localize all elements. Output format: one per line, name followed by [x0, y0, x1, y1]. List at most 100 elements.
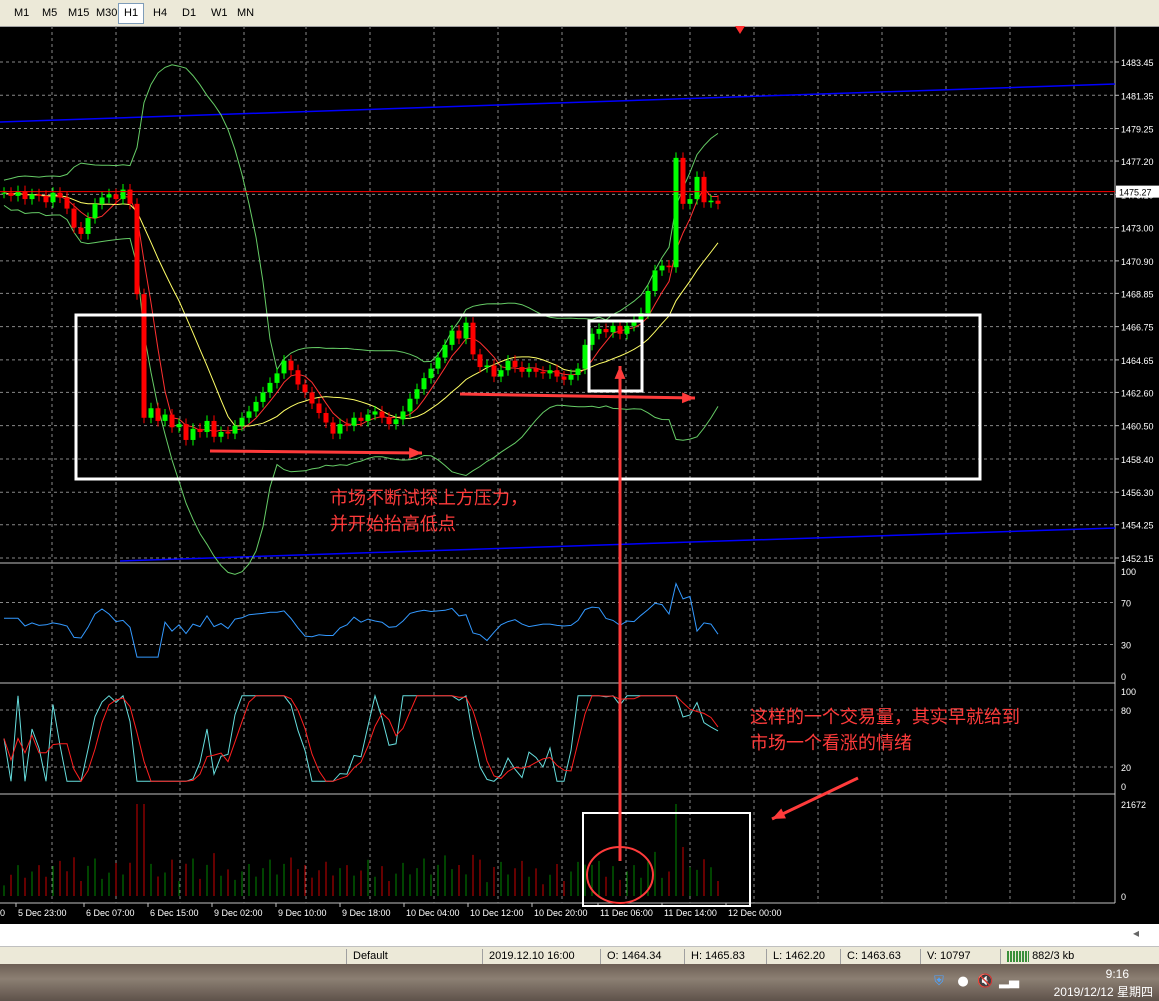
- candle-body: [253, 401, 259, 412]
- candle-body: [239, 417, 245, 426]
- timeframe-m5[interactable]: M5: [36, 3, 63, 24]
- candle-body: [309, 392, 315, 404]
- stoch-k-line: [3, 693, 719, 782]
- time-tick-label: 10 Dec 04:00: [406, 908, 460, 918]
- price-tick-label: 1460.50: [1121, 422, 1154, 432]
- timeframe-h1[interactable]: H1: [118, 3, 145, 24]
- candle-body: [106, 194, 112, 198]
- time-tick-label: 9 Dec 02:00: [214, 908, 263, 918]
- candle-body: [561, 376, 567, 380]
- candle-body: [162, 414, 168, 421]
- price-tick-label: 1454.25: [1121, 521, 1154, 531]
- network-signal-icon[interactable]: ▂▄: [999, 974, 1019, 990]
- candle-body: [190, 428, 196, 440]
- candle-body: [505, 360, 511, 371]
- candle-body: [302, 384, 308, 393]
- candle-body: [477, 354, 483, 368]
- clock-date[interactable]: 2019/12/12 星期四: [1054, 983, 1153, 1000]
- candle-body: [176, 424, 182, 428]
- price-annotation: 市场不断试探上方压力， 并开始抬高低点: [330, 486, 528, 538]
- candle-body: [218, 432, 224, 437]
- candle-body: [211, 420, 217, 437]
- chart-grid: [0, 26, 1116, 904]
- candle-body: [463, 322, 469, 339]
- timeframe-mn[interactable]: MN: [231, 3, 260, 24]
- candle-body: [470, 322, 476, 355]
- volume-histogram: [3, 804, 719, 896]
- status-close: C: 1463.63: [840, 949, 921, 964]
- status-volume: V: 10797: [920, 949, 1001, 964]
- candle-body: [540, 371, 546, 374]
- time-tick-label: 10 Dec 20:00: [534, 908, 588, 918]
- timeframe-d1[interactable]: D1: [176, 3, 202, 24]
- timeframe-h4[interactable]: H4: [147, 3, 173, 24]
- shield-icon[interactable]: ⛨: [931, 974, 947, 990]
- time-tick-label: 6 Dec 15:00: [150, 908, 199, 918]
- candle-body: [617, 325, 623, 334]
- chart-tabs-strip: ◂: [0, 924, 1159, 947]
- time-tick-label: 0: [0, 908, 5, 918]
- volume-muted-icon[interactable]: 🔇: [977, 974, 993, 990]
- indicator-tick-label: 30: [1121, 641, 1131, 651]
- candle-body: [288, 360, 294, 371]
- candle-body: [85, 218, 91, 234]
- status-traffic: 882/3 kb: [1000, 949, 1157, 964]
- candle-body: [673, 157, 679, 268]
- candle-body: [197, 428, 203, 433]
- price-tick-label: 1458.40: [1121, 455, 1154, 465]
- price-tick-label: 1466.75: [1121, 323, 1154, 333]
- candle-body: [1, 192, 7, 194]
- candle-body: [57, 192, 63, 198]
- candle-body: [204, 420, 210, 433]
- candle-body: [414, 389, 420, 399]
- status-bar: ◂ Default 2019.12.10 16:00 O: 1464.34 H:…: [0, 924, 1159, 964]
- candle-body: [512, 360, 518, 368]
- candle-body: [554, 370, 560, 377]
- candle-body: [449, 330, 455, 345]
- candle-body: [113, 194, 119, 200]
- volume-annotation-line2: 市场一个看涨的情绪: [750, 733, 912, 754]
- volume-annotation-line1: 这样的一个交易量，其实早就给到: [750, 707, 1020, 728]
- higher-low-arrow-head: [682, 392, 695, 404]
- candle-body: [428, 368, 434, 379]
- indicator-tick-label: 20: [1121, 763, 1131, 773]
- candle-body: [575, 368, 581, 375]
- channel-lower: [119, 527, 1116, 562]
- scroll-arrow-icon[interactable]: ◂: [1133, 926, 1139, 940]
- candle-body: [43, 195, 49, 203]
- stochastic-indicator: [3, 693, 719, 783]
- timeframe-m1[interactable]: M1: [8, 3, 35, 24]
- candle-body: [491, 365, 497, 377]
- price-tick-label: 1464.65: [1121, 356, 1154, 366]
- candle-body: [484, 365, 490, 368]
- candle-body: [36, 194, 42, 196]
- candle-body: [407, 398, 413, 412]
- candle-body: [120, 189, 126, 200]
- higher-low-arrow: [459, 392, 696, 400]
- candle-body: [246, 411, 252, 418]
- candle-body: [568, 374, 574, 380]
- price-tick-label: 1452.15: [1121, 554, 1154, 564]
- clock-time[interactable]: 9:16: [1106, 967, 1129, 981]
- candle-body: [295, 370, 301, 385]
- candle-body: [99, 197, 105, 204]
- timeframe-w1[interactable]: W1: [205, 3, 234, 24]
- chart-area[interactable]: 1483.451481.351479.251477.201475.101473.…: [0, 26, 1159, 924]
- candle-body: [666, 265, 672, 268]
- candle-body: [680, 157, 686, 204]
- indicator-tick-label: 0: [1121, 672, 1126, 682]
- price-marker-icon: [735, 26, 745, 34]
- price-tick-label: 1468.85: [1121, 289, 1154, 299]
- consolidation-box: [74, 313, 982, 481]
- qq-penguin-icon[interactable]: ●: [955, 974, 971, 990]
- candle-body: [8, 192, 14, 196]
- candle-body: [547, 370, 553, 374]
- trend-channels: [0, 83, 1116, 562]
- price-tick-label: 1479.25: [1121, 125, 1154, 135]
- candle-body: [141, 294, 147, 418]
- candle-body: [169, 414, 175, 428]
- candle-body: [29, 194, 35, 200]
- candle-body: [232, 425, 238, 434]
- candle-body: [267, 382, 273, 393]
- candle-body: [624, 325, 630, 334]
